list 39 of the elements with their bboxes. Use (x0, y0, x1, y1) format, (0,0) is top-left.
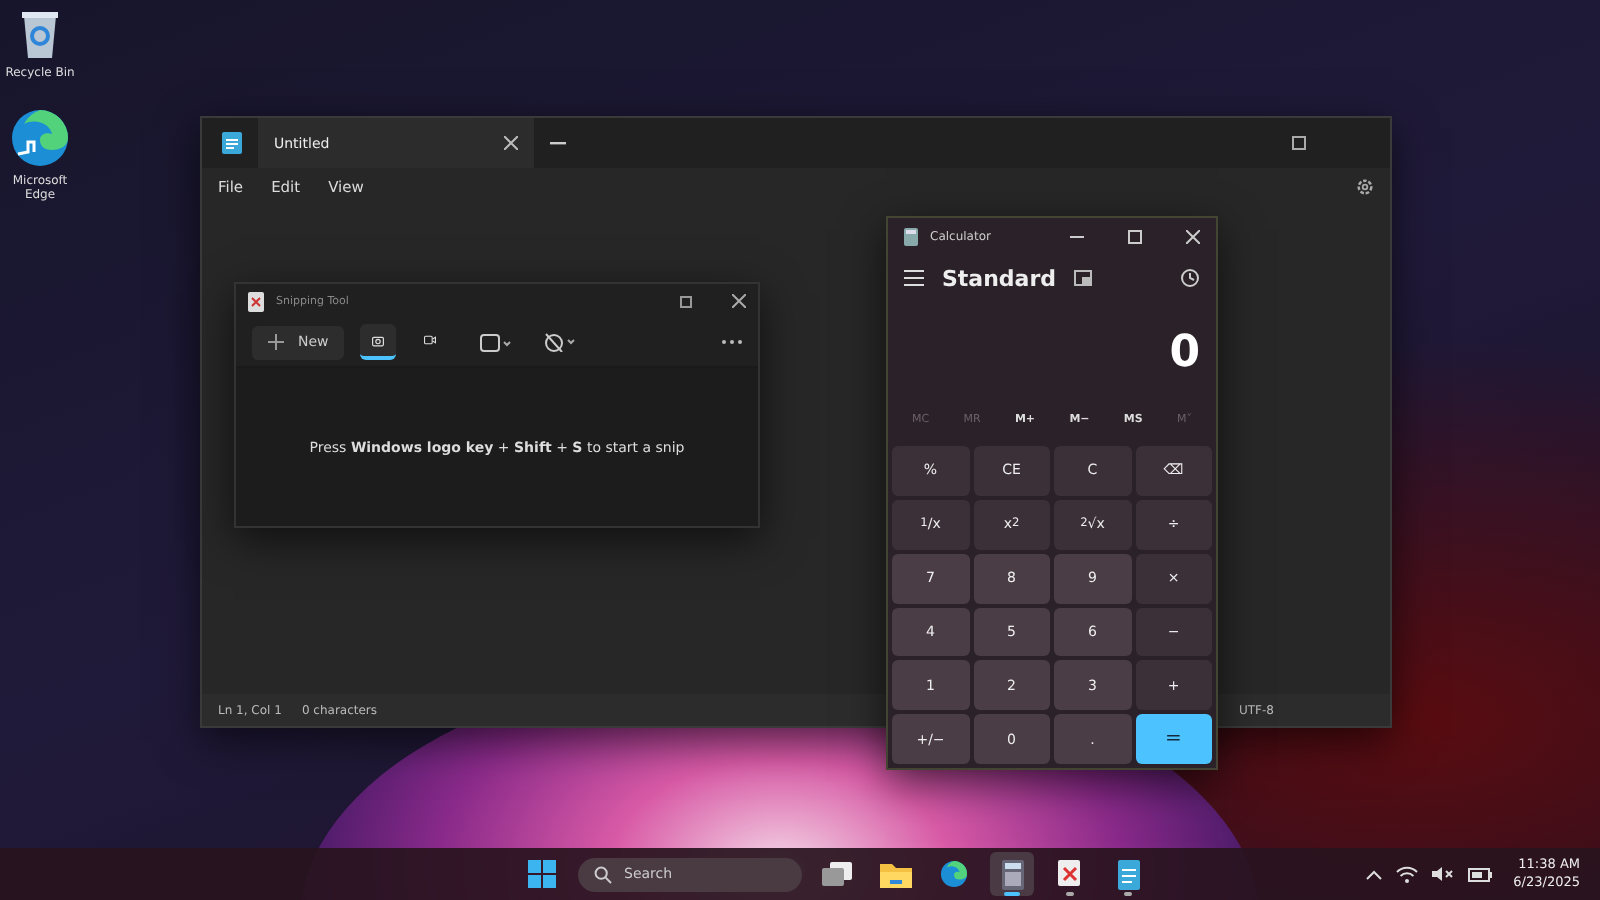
camera-mode-button[interactable] (360, 324, 397, 360)
calculator-key[interactable]: = (1135, 714, 1212, 764)
close-icon[interactable] (732, 294, 746, 308)
maximize-icon[interactable] (680, 295, 692, 307)
dash-icon[interactable] (550, 141, 566, 145)
timer-off-dropdown-icon[interactable] (544, 332, 577, 352)
calculator-display: 0 (1167, 325, 1202, 381)
history-icon[interactable] (1180, 268, 1200, 288)
settings-icon[interactable] (1356, 177, 1374, 195)
notepad-icon (1117, 859, 1139, 889)
keep-on-top-icon[interactable] (1074, 270, 1093, 286)
active-taskbar-app[interactable] (990, 852, 1034, 896)
edge-icon[interactable] (10, 108, 70, 168)
minimize-icon[interactable] (1070, 235, 1084, 237)
scissors-clipboard-icon (248, 291, 264, 311)
task-view-icon (822, 861, 854, 887)
maximize-icon[interactable] (1128, 229, 1142, 243)
battery-icon[interactable] (1467, 867, 1492, 881)
maximize-icon[interactable] (1292, 136, 1306, 150)
recycle-bin-icon[interactable] (18, 8, 62, 60)
close-icon[interactable] (1186, 229, 1200, 243)
edge-icon (940, 860, 968, 888)
notepad-icon (222, 132, 242, 154)
wifi-icon[interactable] (1395, 865, 1418, 883)
calculator-icon (1001, 859, 1023, 889)
search-icon (594, 865, 612, 883)
chevron-up-icon[interactable] (1365, 869, 1382, 879)
plus-icon (268, 334, 284, 350)
calculator-icon (904, 227, 918, 245)
folder-icon (880, 861, 912, 887)
menu-icon[interactable] (904, 270, 924, 286)
video-camera-icon (424, 332, 437, 348)
camera-icon (372, 331, 385, 349)
calculator-mode-title: Standard (942, 265, 1057, 291)
scissors-clipboard-icon (1056, 859, 1084, 889)
start-icon[interactable] (528, 860, 556, 888)
close-icon[interactable] (504, 136, 518, 150)
rectangle-shape-dropdown-icon[interactable] (480, 333, 513, 351)
speaker-muted-icon[interactable] (1431, 866, 1454, 882)
